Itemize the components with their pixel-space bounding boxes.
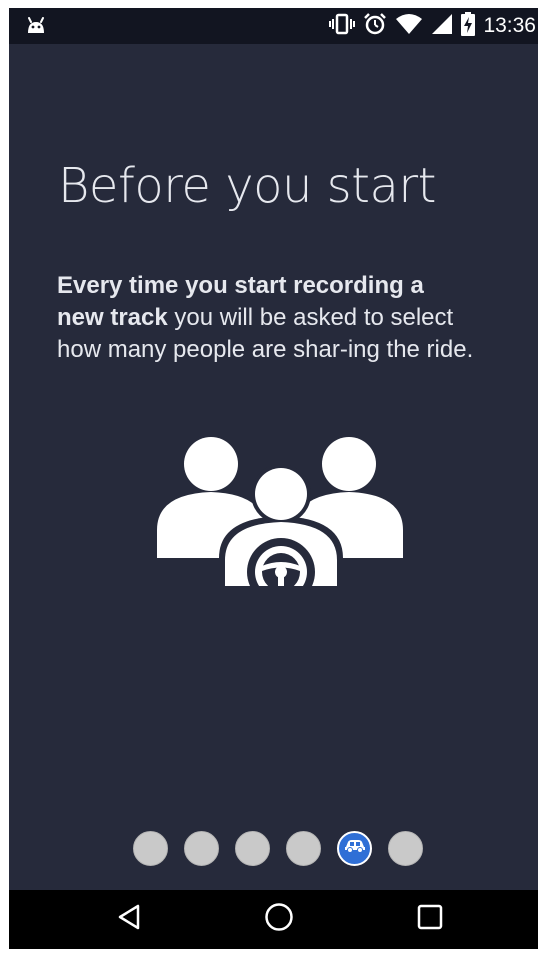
recents-button[interactable] xyxy=(390,890,470,949)
home-button[interactable] xyxy=(239,890,319,949)
battery-charging-icon xyxy=(461,11,476,41)
status-icons: 13:36 xyxy=(329,8,538,44)
page-dot-1[interactable] xyxy=(133,831,168,866)
car-icon xyxy=(344,839,366,858)
navigation-bar xyxy=(9,890,538,949)
page-indicator xyxy=(133,831,423,867)
wifi-icon xyxy=(395,13,423,40)
back-icon xyxy=(117,904,141,935)
recents-icon xyxy=(417,904,443,935)
android-icon xyxy=(25,17,47,35)
status-bar: 13:36 xyxy=(9,8,538,44)
home-icon xyxy=(264,902,294,937)
page-dot-3[interactable] xyxy=(235,831,270,866)
alarm-icon xyxy=(363,12,387,41)
intro-text: Every time you start recording a new tra… xyxy=(57,270,477,366)
page-dot-2[interactable] xyxy=(184,831,219,866)
page-dot-5-active[interactable] xyxy=(337,831,372,866)
page-dot-6[interactable] xyxy=(388,831,423,866)
back-button[interactable] xyxy=(89,890,169,949)
status-time: 13:36 xyxy=(483,14,536,37)
page-dot-4[interactable] xyxy=(286,831,321,866)
vibrate-icon xyxy=(329,13,356,40)
carpool-people-icon xyxy=(155,434,407,606)
page-title: Before you start xyxy=(58,158,436,214)
screen: 13:36 Before you start Every time you st… xyxy=(9,8,538,949)
signal-icon xyxy=(431,13,453,40)
